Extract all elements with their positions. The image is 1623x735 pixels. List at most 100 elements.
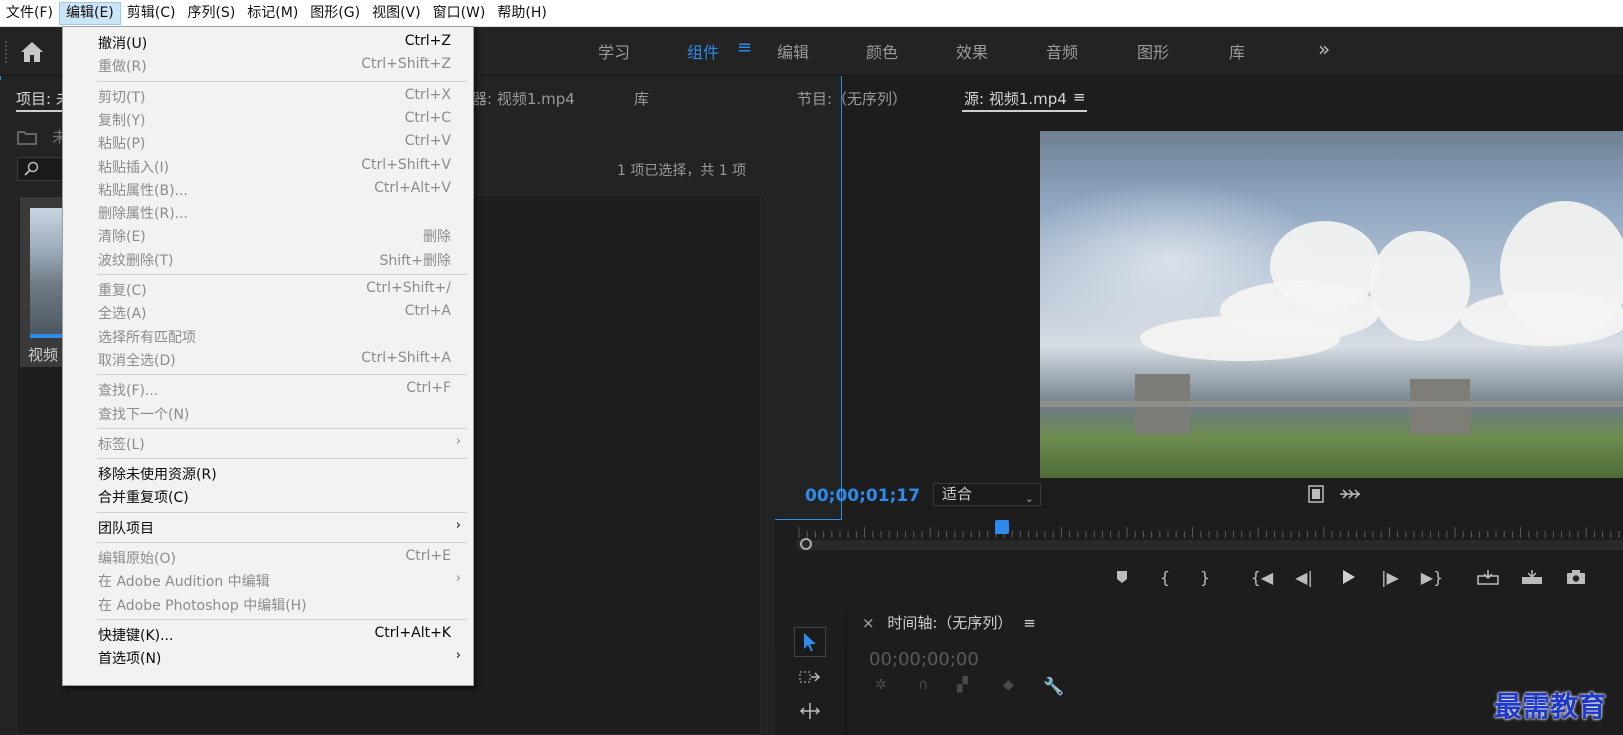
edit-menu-item-31[interactable]: 快捷键(K)... Ctrl+Alt+K	[63, 623, 473, 646]
chevron-down-icon: ⌄	[1024, 492, 1034, 505]
edit-menu-item-8[interactable]: 删除属性(R)...	[63, 201, 473, 224]
scrub-bar[interactable]	[797, 540, 1623, 550]
menu-2[interactable]: 剪辑(C)	[121, 2, 182, 25]
edit-menu-item-17[interactable]: 查找(F)... Ctrl+F	[63, 378, 473, 401]
edit-menu-item-32[interactable]: 首选项(N) ›	[63, 646, 473, 669]
edit-menu-item-3[interactable]: 剪切(T) Ctrl+X	[63, 85, 473, 108]
menu-item-label: 复制(Y)	[98, 112, 146, 129]
workspace-tab-3[interactable]: 颜色	[866, 39, 898, 63]
edit-menu-item-15[interactable]: 取消全选(D) Ctrl+Shift+A	[63, 348, 473, 371]
menu-4[interactable]: 标记(M)	[241, 2, 304, 25]
close-icon[interactable]: ×	[862, 614, 875, 632]
insert-icon	[1477, 570, 1499, 585]
tab-media-browser[interactable]: 器: 视频1.mp4	[472, 88, 575, 109]
workspace-menu-icon[interactable]: ≡	[737, 37, 752, 58]
workspace-tab-1[interactable]: 组件	[687, 39, 719, 63]
workspace-tab-6[interactable]: 图形	[1137, 39, 1169, 63]
timeline-title[interactable]: 时间轴:（无序列）	[887, 614, 1012, 632]
menu-separator	[97, 427, 467, 429]
panel-grip[interactable]	[5, 41, 7, 63]
zoom-handle[interactable]	[800, 538, 812, 550]
edit-menu-item-20[interactable]: 标签(L) ›	[63, 432, 473, 455]
edit-menu-item-27[interactable]: 编辑原始(O) Ctrl+E	[63, 546, 473, 569]
edit-menu-item-9[interactable]: 清除(E) 删除	[63, 224, 473, 247]
workspace-tab-0[interactable]: 学习	[598, 39, 630, 63]
nest-icon[interactable]: ✲	[875, 677, 895, 695]
source-timecode[interactable]: 00;00;01;17	[805, 486, 920, 506]
menu-0[interactable]: 文件(F)	[0, 2, 59, 25]
edit-menu-item-28[interactable]: 在 Adobe Audition 中编辑 ›	[63, 569, 473, 592]
mark-out-button[interactable]: }	[1191, 564, 1219, 590]
menu-8[interactable]: 帮助(H)	[491, 2, 552, 25]
overwrite-button[interactable]	[1518, 564, 1546, 590]
tab-program-monitor[interactable]: 节目:（无序列）	[797, 88, 907, 109]
mark-in-button[interactable]: {	[1151, 564, 1179, 590]
menu-item-label: 粘贴(P)	[98, 136, 146, 153]
timeline-timecode[interactable]: 00;00;00;00	[869, 649, 979, 670]
go-to-out-button[interactable]: ▶}	[1418, 564, 1446, 590]
menu-5[interactable]: 图形(G)	[304, 2, 366, 25]
menu-item-label: 标签(L)	[98, 436, 145, 453]
workspace-tab-7[interactable]: 库	[1229, 39, 1245, 63]
add-marker-button[interactable]	[1108, 564, 1136, 590]
track-select-tool[interactable]	[794, 662, 826, 692]
selection-tool[interactable]	[794, 627, 826, 657]
tab-libraries[interactable]: 库	[634, 88, 649, 109]
search-icon	[24, 161, 39, 176]
menu-item-shortcut: Ctrl+V	[404, 133, 451, 150]
menu-6[interactable]: 视图(V)	[366, 2, 427, 25]
edit-menu-item-7[interactable]: 粘贴属性(B)... Ctrl+Alt+V	[63, 178, 473, 201]
chevron-right-icon: ›	[455, 433, 461, 449]
go-to-out-icon: ▶}	[1420, 567, 1444, 587]
edit-menu-item-29[interactable]: 在 Adobe Photoshop 中编辑(H)	[63, 593, 473, 616]
step-forward-button[interactable]: |▶	[1376, 564, 1404, 590]
linked-selection-icon[interactable]: ▞	[957, 677, 977, 695]
ripple-edit-tool[interactable]	[794, 696, 826, 726]
edit-menu-item-5[interactable]: 粘贴(P) Ctrl+V	[63, 131, 473, 154]
playhead[interactable]	[995, 520, 1010, 534]
menu-item-label: 查找下一个(N)	[98, 406, 190, 423]
edit-menu-item-14[interactable]: 选择所有匹配项	[63, 325, 473, 348]
edit-menu-item-0[interactable]: 撤消(U) Ctrl+Z	[63, 31, 473, 54]
edit-menu-item-6[interactable]: 粘贴插入(I) Ctrl+Shift+V	[63, 155, 473, 178]
edit-menu-item-23[interactable]: 合并重复项(C)	[63, 485, 473, 508]
drag-video-icon[interactable]	[1339, 487, 1361, 501]
time-ruler[interactable]	[797, 526, 1623, 538]
edit-menu-item-10[interactable]: 波纹删除(T) Shift+删除	[63, 248, 473, 271]
insert-button[interactable]	[1474, 564, 1502, 590]
edit-menu-item-4[interactable]: 复制(Y) Ctrl+C	[63, 108, 473, 131]
play-button[interactable]	[1334, 564, 1362, 590]
workspace-tab-2[interactable]: 编辑	[777, 39, 809, 63]
film-icon[interactable]	[1308, 485, 1324, 503]
menu-1[interactable]: 编辑(E)	[58, 1, 121, 25]
home-button[interactable]	[12, 35, 52, 69]
workspace-tab-5[interactable]: 音频	[1046, 39, 1078, 63]
edit-menu-item-25[interactable]: 团队项目 ›	[63, 516, 473, 539]
more-workspaces-icon[interactable]: »	[1318, 37, 1330, 61]
add-marker-icon[interactable]: ◆	[1003, 677, 1023, 695]
wrench-icon[interactable]: 🔧	[1043, 677, 1064, 697]
edit-menu-item-13[interactable]: 全选(A) Ctrl+A	[63, 301, 473, 324]
edit-menu-item-12[interactable]: 重复(C) Ctrl+Shift+/	[63, 278, 473, 301]
edit-menu-item-22[interactable]: 移除未使用资源(R)	[63, 462, 473, 485]
menu-separator	[97, 618, 467, 620]
workspace-tab-4[interactable]: 效果	[956, 39, 988, 63]
step-back-button[interactable]: ◀|	[1290, 564, 1318, 590]
snap-icon[interactable]: ∩	[918, 677, 938, 695]
menu-7[interactable]: 窗口(W)	[427, 2, 492, 25]
go-to-in-icon: {◀	[1250, 567, 1274, 587]
export-frame-button[interactable]	[1562, 564, 1590, 590]
edit-menu-item-1[interactable]: 重做(R) Ctrl+Shift+Z	[63, 54, 473, 77]
menu-3[interactable]: 序列(S)	[181, 2, 241, 25]
menu-item-shortcut: Ctrl+X	[404, 86, 451, 103]
menu-item-shortcut: Ctrl+Shift+V	[361, 156, 451, 173]
clip-name: 视频	[28, 346, 59, 364]
source-menu-icon[interactable]: ≡	[1073, 88, 1086, 106]
go-to-in-button[interactable]: {◀	[1248, 564, 1276, 590]
edit-menu-item-18[interactable]: 查找下一个(N)	[63, 402, 473, 425]
zoom-fit-select[interactable]: 适合 ⌄	[933, 483, 1041, 506]
tab-source-monitor[interactable]: 源: 视频1.mp4	[964, 88, 1067, 109]
menu-item-shortcut: Ctrl+Z	[404, 33, 451, 49]
video-preview	[1040, 131, 1623, 478]
timeline-menu-icon[interactable]: ≡	[1023, 614, 1036, 632]
